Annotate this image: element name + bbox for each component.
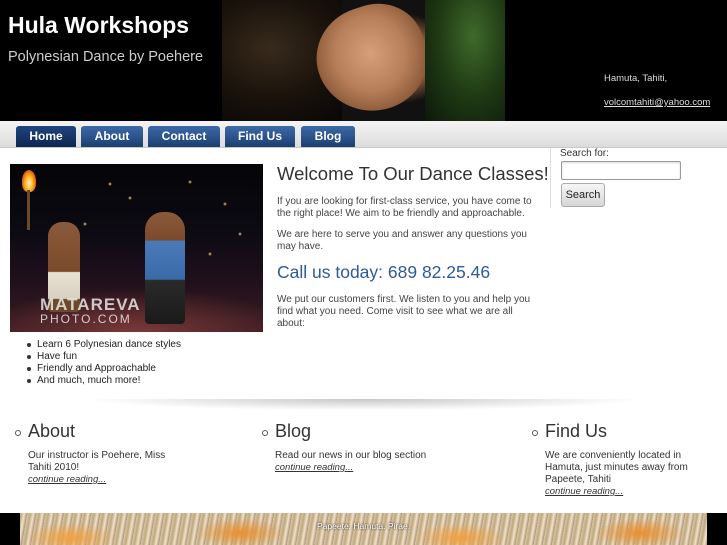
find-us-continue-link[interactable]: continue reading...: [545, 486, 693, 498]
torch-pole: [27, 190, 30, 230]
header-location: Hamuta, Tahiti,: [604, 73, 668, 84]
site-tagline: Polynesian Dance by Poehere: [8, 49, 204, 65]
list-item: Friendly and Approachable: [25, 363, 181, 375]
list-item: Have fun: [25, 351, 181, 363]
list-item: And much, much more!: [25, 375, 181, 387]
nav-contact[interactable]: Contact: [148, 126, 220, 147]
search-input[interactable]: [561, 161, 681, 180]
list-item: Learn 6 Polynesian dance styles: [25, 339, 181, 351]
about-title: About: [28, 421, 76, 441]
dance-performance-photo: MATAREVA PHOTO.COM: [10, 164, 263, 332]
customers-paragraph: We put our customers first. We listen to…: [277, 294, 531, 329]
dancer-center-figure: [145, 212, 185, 324]
nav-blog[interactable]: Blog: [301, 126, 355, 147]
watermark-sub: PHOTO.COM: [40, 312, 132, 326]
about-text: Our instructor is Poehere, Miss Tahiti 2…: [28, 450, 166, 473]
features-list: Learn 6 Polynesian dance styles Have fun…: [25, 339, 181, 387]
search-widget: Search for: Search: [550, 148, 727, 208]
blog-text: Read our news in our blog section: [275, 450, 427, 461]
nav-about[interactable]: About: [81, 126, 143, 147]
section-divider: [0, 399, 727, 415]
blog-text-block: Read our news in our blog section contin…: [275, 450, 460, 474]
torch-flame-icon: [22, 170, 36, 192]
about-continue-link[interactable]: continue reading...: [28, 474, 183, 486]
footer-locations: Papeete. Hamuta. Pirae.: [317, 521, 411, 531]
circle-bullet-icon: [262, 430, 268, 436]
welcome-heading: Welcome To Our Dance Classes!: [277, 163, 549, 184]
circle-bullet-icon: [532, 430, 538, 436]
blog-title: Blog: [275, 421, 312, 441]
about-text-block: Our instructor is Poehere, Miss Tahiti 2…: [28, 450, 183, 486]
call-us-phone: Call us today: 689 82.25.46: [277, 262, 491, 282]
blog-continue-link[interactable]: continue reading...: [275, 462, 460, 474]
find-us-text: We are conveniently located in Hamuta, j…: [545, 450, 688, 485]
footer-edge-right: [707, 513, 727, 545]
hero-foliage-shape: [425, 0, 505, 121]
search-label: Search for:: [560, 148, 609, 159]
site-header: Hula Workshops Polynesian Dance by Poehe…: [0, 0, 727, 121]
main-navigation: Home About Contact Find Us Blog: [0, 121, 727, 148]
circle-bullet-icon: [15, 430, 21, 436]
find-us-title: Find Us: [545, 421, 608, 441]
header-email-link[interactable]: volcomtahiti@yahoo.com: [604, 97, 710, 108]
find-us-text-block: We are conveniently located in Hamuta, j…: [545, 450, 693, 498]
site-footer: Papeete. Hamuta. Pirae.: [0, 513, 727, 545]
photo-watermark: MATAREVA PHOTO.COM: [40, 296, 141, 326]
header-hero-image: [222, 0, 505, 121]
nav-home[interactable]: Home: [16, 126, 76, 147]
footer-edge-left: [0, 513, 20, 545]
intro-paragraph: If you are looking for first-class servi…: [277, 196, 532, 219]
site-title[interactable]: Hula Workshops: [8, 12, 189, 39]
search-button[interactable]: Search: [561, 183, 605, 207]
serve-paragraph: We are here to serve you and answer any …: [277, 229, 527, 252]
nav-find-us[interactable]: Find Us: [225, 126, 295, 147]
